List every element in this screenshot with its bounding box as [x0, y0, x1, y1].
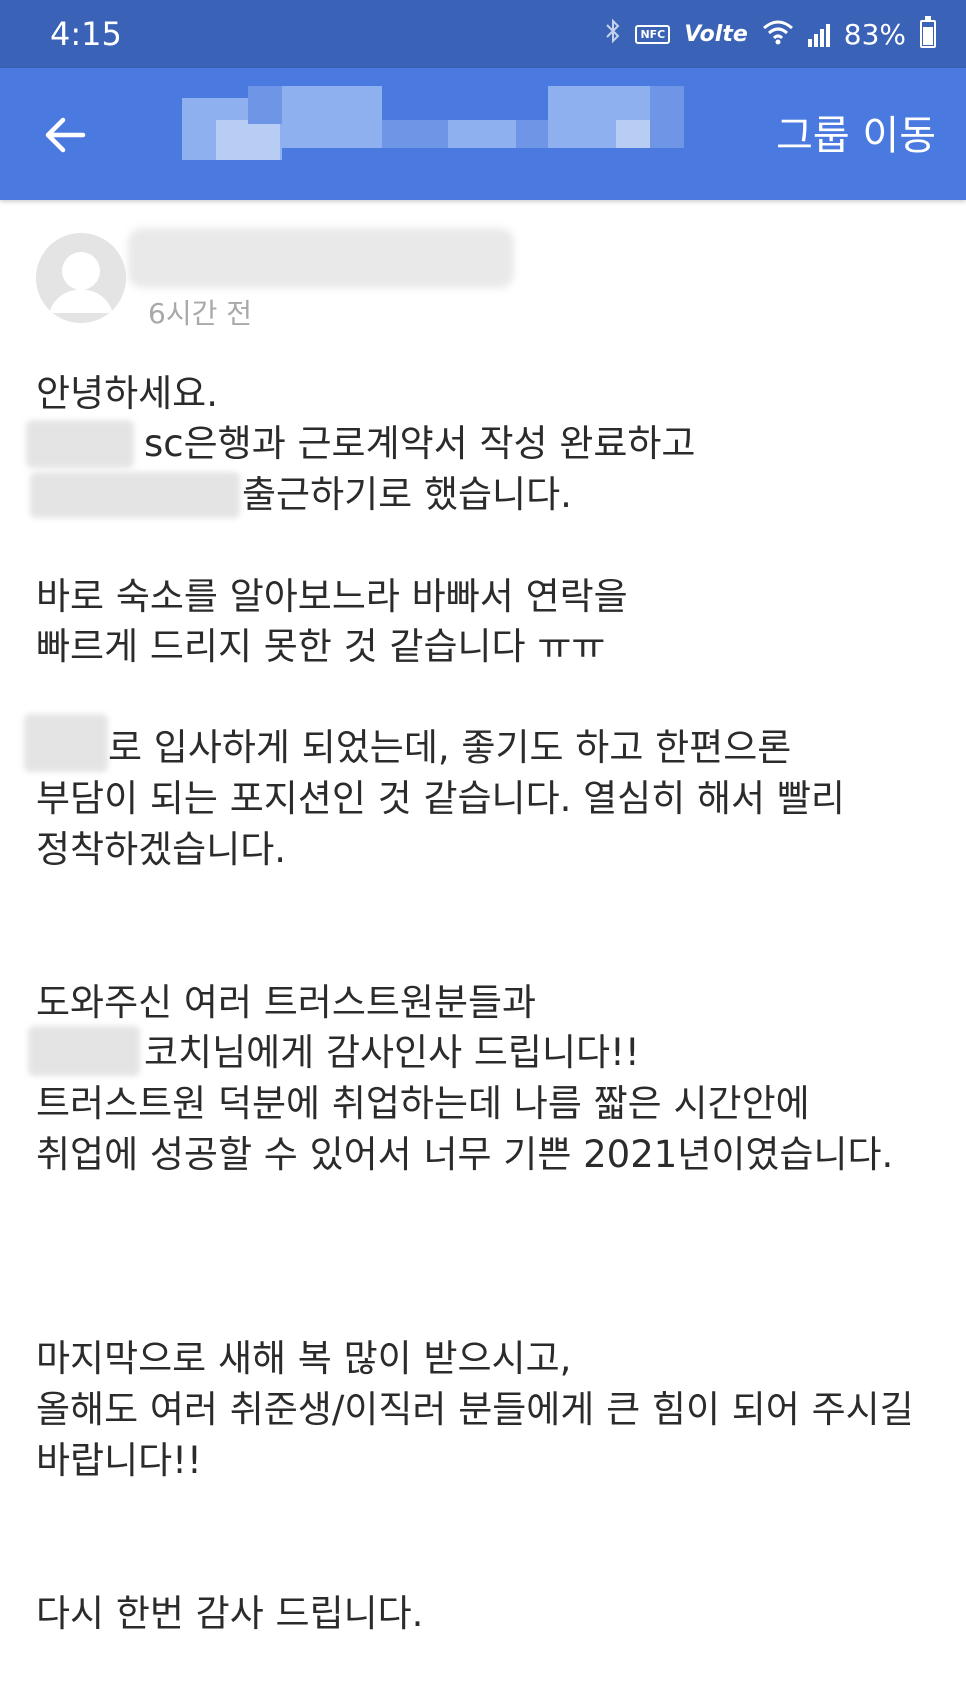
- wifi-icon: [762, 19, 794, 49]
- post-body-line: 출근하기로 했습니다.: [242, 473, 572, 516]
- post-body-line: 부담이 되는 포지션인 것 같습니다. 열심히 해서 빨리: [36, 777, 845, 820]
- back-button[interactable]: [30, 100, 100, 170]
- redacted-text: [24, 714, 108, 772]
- post-body-line: 정착하겠습니다.: [36, 828, 287, 871]
- bluetooth-icon: [605, 18, 621, 50]
- avatar[interactable]: [36, 233, 126, 323]
- post-body-line: 안녕하세요.: [36, 372, 218, 415]
- post-body-line: 코치님에게 감사인사 드립니다!!: [144, 1031, 640, 1074]
- post-body-line: 로 입사하게 되었는데, 좋기도 하고 한편으론: [108, 726, 792, 769]
- status-icons: NFC Volte 83%: [605, 14, 936, 54]
- redacted-text: [28, 1026, 140, 1076]
- app-bar: 그룹 이동: [0, 68, 966, 200]
- redacted-text: [30, 472, 240, 518]
- volte-icon: Volte: [684, 21, 748, 47]
- post-body-line: 바로 숙소를 알아보느라 바빠서 연락을: [36, 575, 628, 618]
- battery-icon: [920, 16, 936, 48]
- group-move-button[interactable]: 그룹 이동: [776, 108, 936, 164]
- redacted-text: [26, 420, 134, 468]
- post-body-line: 트러스트원 덕분에 취업하는데 나름 짧은 시간안에: [36, 1082, 810, 1125]
- nfc-icon: NFC: [635, 24, 671, 44]
- battery-level: [923, 27, 933, 45]
- post-body-line: 빠르게 드리지 못한 것 같습니다 ㅠㅠ: [36, 625, 606, 668]
- author-name-redacted: [128, 228, 514, 288]
- post-body-line: 다시 한번 감사 드립니다.: [36, 1592, 424, 1635]
- battery-percent: 83%: [843, 17, 906, 51]
- status-time: 4:15: [50, 15, 122, 53]
- status-bar: 4:15 NFC Volte 83%: [0, 0, 966, 68]
- post-body-line: 취업에 성공할 수 있어서 너무 기쁜 2021년이였습니다.: [36, 1133, 894, 1176]
- arrow-left-icon: [45, 117, 86, 153]
- signal-icon: [807, 21, 830, 47]
- group-title-redacted: [182, 86, 722, 186]
- post-body-line: 올해도 여러 취준생/이직러 분들에게 큰 힘이 되어 주시길: [36, 1388, 914, 1431]
- post-time: 6시간 전: [148, 297, 252, 330]
- post-body-line: 도와주신 여러 트러스트원분들과: [36, 981, 537, 1024]
- default-avatar-icon: [36, 233, 126, 323]
- post-body-line: 마지막으로 새해 복 많이 받으시고,: [36, 1337, 572, 1380]
- post-body-line: 바랍니다!!: [36, 1439, 202, 1482]
- post-body-line: sc은행과 근로계약서 작성 완료하고: [144, 422, 696, 465]
